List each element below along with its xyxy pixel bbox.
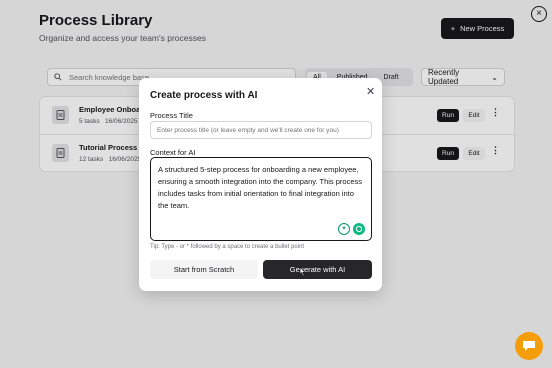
context-text: A structured 5-step process for onboardi… [158,165,363,210]
start-from-scratch-button[interactable]: Start from Scratch [150,260,258,279]
textarea-tools: ✦ [338,223,365,235]
process-title-input[interactable] [150,121,372,139]
process-title-label: Process Title [150,111,193,120]
generate-with-ai-button[interactable]: Generate with AI [263,260,372,279]
bullet-tip: Tip: Type - or * followed by a space to … [150,244,305,250]
create-process-modal: Create process with AI ✕ Process Title C… [139,78,382,291]
ai-assistant-icon[interactable] [353,223,365,235]
chat-icon [523,341,535,351]
lightbulb-icon[interactable]: ✦ [338,223,350,235]
context-label: Context for AI [150,148,196,157]
modal-close-icon[interactable]: ✕ [366,85,375,98]
pointer-cursor-icon [299,266,306,277]
context-textarea[interactable]: A structured 5-step process for onboardi… [150,157,372,241]
chat-support-button[interactable] [515,332,543,360]
modal-title: Create process with AI [150,90,258,101]
